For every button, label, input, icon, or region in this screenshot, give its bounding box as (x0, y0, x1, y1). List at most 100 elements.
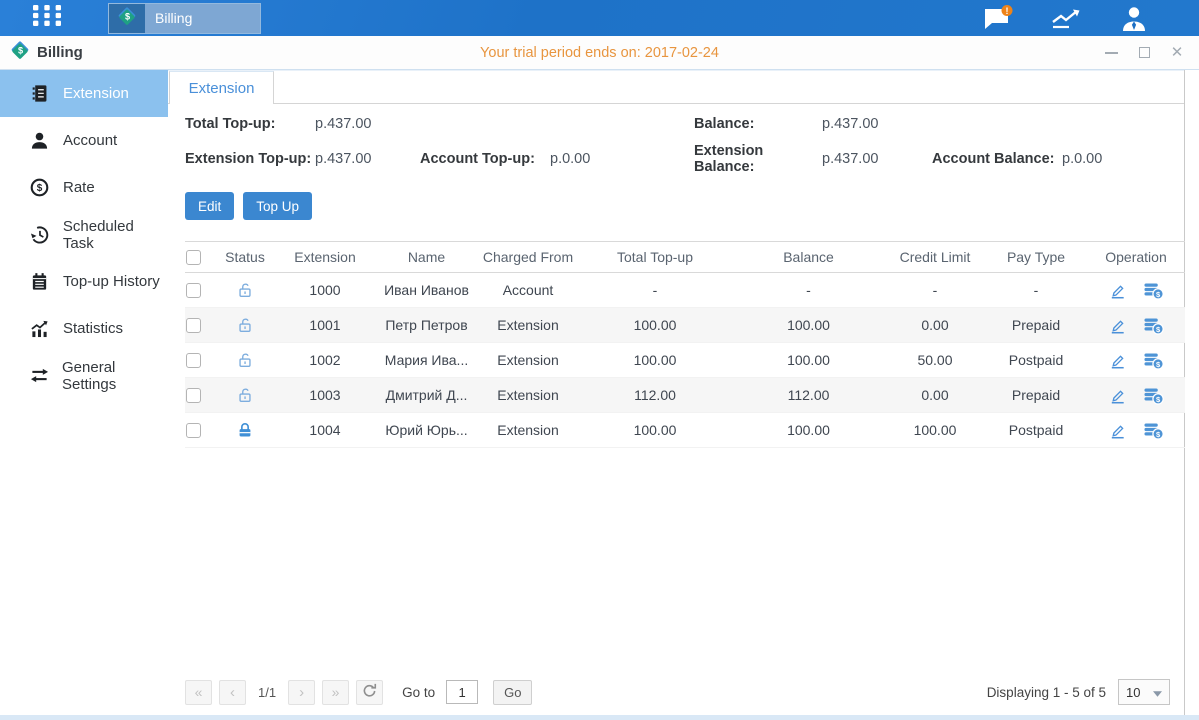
column-header-pay-type: Pay Type (985, 249, 1087, 265)
sidebar-item-rate[interactable]: $ Rate (0, 164, 168, 211)
edit-icon[interactable] (1108, 386, 1127, 405)
row-checkbox[interactable] (186, 423, 201, 438)
lock-open-icon[interactable] (215, 351, 275, 369)
window-controls: ✕ (1103, 45, 1185, 61)
trial-notice: Your trial period ends on: 2017-02-24 (0, 45, 1199, 61)
svg-text:$: $ (125, 11, 130, 21)
lock-open-icon[interactable] (215, 316, 275, 334)
cell-credit-limit: 50.00 (885, 352, 985, 368)
sidebar-item-extension[interactable]: Extension (0, 70, 168, 117)
prev-page-icon: ‹ (230, 684, 235, 701)
cell-credit-limit: 100.00 (885, 422, 985, 438)
sidebar-item-label: Rate (63, 179, 95, 196)
cell-charged-from: Extension (478, 317, 578, 333)
cell-total-topup: - (578, 282, 732, 298)
sidebar-item-scheduled-task[interactable]: Scheduled Task (0, 211, 168, 258)
cell-credit-limit: - (885, 282, 985, 298)
topup-icon[interactable]: $ (1143, 386, 1164, 405)
cell-name: Юрий Юрь... (375, 422, 478, 438)
topup-icon[interactable]: $ (1143, 316, 1164, 335)
table-row: 1004Юрий Юрь...Extension100.00100.00100.… (185, 413, 1185, 448)
extension-table: StatusExtensionNameCharged FromTotal Top… (185, 241, 1185, 448)
edit-icon[interactable] (1108, 421, 1127, 440)
refresh-button[interactable] (356, 680, 383, 705)
cell-balance: 100.00 (732, 352, 885, 368)
lock-open-icon[interactable] (215, 386, 275, 404)
close-button[interactable]: ✕ (1169, 45, 1185, 61)
cell-name: Иван Иванов (375, 282, 478, 298)
sidebar-item-account[interactable]: Account (0, 117, 168, 164)
billing-dollar-icon: $ (10, 40, 30, 65)
topbar-right-icons: ! (982, 5, 1149, 32)
rate-dollar-icon: $ (30, 178, 50, 198)
page-size-select[interactable]: 10 (1118, 679, 1170, 705)
edit-icon[interactable] (1108, 316, 1127, 335)
topup-history-notepad-icon (30, 272, 50, 292)
topup-icon[interactable]: $ (1143, 351, 1164, 370)
window-brand: $ Billing (10, 40, 83, 65)
sidebar-item-statistics[interactable]: Statistics (0, 305, 168, 352)
titlebar: $ Billing Your trial period ends on: 201… (0, 36, 1199, 70)
tab-extension[interactable]: Extension (169, 71, 274, 104)
column-header-credit-limit: Credit Limit (885, 249, 985, 265)
cell-pay-type: Prepaid (985, 317, 1087, 333)
topup-icon[interactable]: $ (1143, 281, 1164, 300)
total-topup-label: Total Top-up: (185, 116, 315, 132)
total-topup-value: p.437.00 (315, 116, 420, 132)
next-page-button[interactable]: › (288, 680, 315, 705)
messages-icon[interactable]: ! (982, 5, 1013, 32)
top-up-button[interactable]: Top Up (243, 192, 312, 220)
cell-total-topup: 100.00 (578, 352, 732, 368)
page-indicator: 1/1 (258, 685, 276, 700)
cell-name: Мария Ива... (375, 352, 478, 368)
sidebar-item-top-up-history[interactable]: Top-up History (0, 258, 168, 305)
account-balance-label: Account Balance: (932, 151, 1062, 167)
row-checkbox[interactable] (186, 283, 201, 298)
billing-window: $ Billing ! $ Billing Your trial period … (0, 0, 1199, 720)
edit-icon[interactable] (1108, 351, 1127, 370)
edit-icon[interactable] (1108, 281, 1127, 300)
user-account-icon[interactable] (1119, 5, 1149, 32)
svg-text:$: $ (37, 183, 43, 194)
minimize-button[interactable] (1103, 45, 1119, 61)
topup-icon[interactable]: $ (1143, 421, 1164, 440)
edit-button[interactable]: Edit (185, 192, 234, 220)
extension-book-icon (30, 84, 50, 104)
cell-extension: 1002 (275, 352, 375, 368)
displaying-text: Displaying 1 - 5 of 5 (987, 685, 1106, 700)
goto-page-input[interactable] (446, 680, 478, 704)
topbar-billing-tab[interactable]: $ Billing (108, 3, 261, 34)
lock-closed-icon[interactable] (215, 421, 275, 439)
column-header-charged-from: Charged From (478, 249, 578, 265)
first-page-button[interactable]: « (185, 680, 212, 705)
svg-text:!: ! (1006, 5, 1009, 15)
sidebar-item-label: Account (63, 132, 117, 149)
column-header-extension: Extension (275, 249, 375, 265)
cell-credit-limit: 0.00 (885, 387, 985, 403)
last-page-button[interactable]: » (322, 680, 349, 705)
topbar: $ Billing ! (0, 0, 1199, 36)
maximize-button[interactable] (1136, 45, 1152, 61)
cell-balance: - (732, 282, 885, 298)
go-button[interactable]: Go (493, 680, 532, 705)
account-balance-value: p.0.00 (1062, 151, 1184, 167)
cell-name: Петр Петров (375, 317, 478, 333)
cell-operation: $ (1087, 316, 1185, 335)
row-checkbox[interactable] (186, 318, 201, 333)
prev-page-button[interactable]: ‹ (219, 680, 246, 705)
sidebar: Extension Account $ Rate Scheduled TaskTop-u… (0, 70, 168, 715)
cell-balance: 100.00 (732, 317, 885, 333)
lock-open-icon[interactable] (215, 281, 275, 299)
row-checkbox[interactable] (186, 388, 201, 403)
window-bottom-edge (0, 715, 1199, 720)
sidebar-item-general-settings[interactable]: General Settings (0, 352, 168, 399)
select-all-checkbox[interactable] (186, 250, 201, 265)
cell-pay-type: Prepaid (985, 387, 1087, 403)
statistics-trend-icon[interactable] (1049, 5, 1083, 31)
page-size-value: 10 (1126, 685, 1140, 700)
app-grid-icon[interactable] (30, 6, 64, 30)
row-checkbox[interactable] (186, 353, 201, 368)
sidebar-item-label: General Settings (62, 359, 168, 393)
account-topup-value: p.0.00 (550, 151, 694, 167)
cell-charged-from: Extension (478, 387, 578, 403)
